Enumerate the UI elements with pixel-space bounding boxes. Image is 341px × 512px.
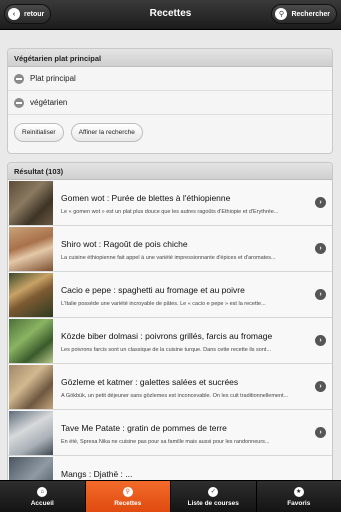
remove-filter-icon[interactable] — [14, 97, 24, 108]
recipe-description: A Gökbük, un petit déjeuner sans gözleme… — [61, 393, 289, 399]
tab-favoris[interactable]: ★ Favoris — [257, 481, 341, 512]
recipe-title: Gomen wot : Purée de blettes à l'éthiopi… — [61, 193, 231, 203]
recipe-description: En été, Spresa Nika ne cuisine pas pour … — [61, 439, 270, 445]
recipe-thumbnail — [9, 457, 53, 482]
filter-item-vegetarien[interactable]: végétarien — [8, 91, 332, 115]
recipe-title: Közde biber dolmasi : poivrons grillés, … — [61, 331, 273, 341]
check-icon: ✓ — [208, 486, 219, 497]
recipe-description: L'Italie possède une variété incroyable … — [61, 301, 266, 307]
recipe-thumbnail — [9, 319, 53, 363]
search-icon: ⚲ — [275, 8, 288, 20]
search-icon: ⚲ — [122, 486, 133, 497]
recipe-thumbnail — [9, 273, 53, 317]
chevron-right-icon: › — [315, 427, 326, 438]
filter-panel-title: Végétarien plat principal — [8, 49, 332, 67]
chevron-right-icon: › — [315, 289, 326, 300]
filter-item-label: Plat principal — [30, 74, 76, 83]
list-item[interactable]: Shiro wot : Ragoût de pois chiche La cui… — [8, 226, 332, 272]
filter-panel: Végétarien plat principal Plat principal… — [7, 48, 333, 154]
recipe-title: Gözleme et katmer : galettes salées et s… — [61, 377, 239, 387]
bottom-nav: ⌂ Accueil ⚲ Recettes ✓ Liste de courses … — [0, 480, 341, 512]
chevron-right-icon: › — [315, 381, 326, 392]
tab-label: Recettes — [114, 499, 142, 507]
tab-recettes[interactable]: ⚲ Recettes — [85, 481, 171, 512]
reset-button[interactable]: Reinitialiser — [14, 123, 64, 142]
list-item[interactable]: Tave Me Patate : gratin de pommes de ter… — [8, 410, 332, 456]
recipe-title: Tave Me Patate : gratin de pommes de ter… — [61, 423, 227, 433]
search-button[interactable]: ⚲ Rechercher — [271, 4, 337, 24]
home-icon: ⌂ — [37, 486, 48, 497]
list-item[interactable]: Közde biber dolmasi : poivrons grillés, … — [8, 318, 332, 364]
remove-filter-icon[interactable] — [14, 73, 24, 84]
tab-liste-de-courses[interactable]: ✓ Liste de courses — [171, 481, 257, 512]
chevron-right-icon: › — [315, 243, 326, 254]
list-item[interactable]: Cacio e pepe : spaghetti au fromage et a… — [8, 272, 332, 318]
recipe-thumbnail — [9, 227, 53, 271]
chevron-right-icon: › — [315, 335, 326, 346]
results-panel: Résultat (103) Gomen wot : Purée de blet… — [7, 162, 333, 482]
recipe-description: Les poivrons farcis sont un classique de… — [61, 347, 272, 353]
tab-label: Liste de courses — [187, 499, 239, 507]
list-item[interactable]: Gomen wot : Purée de blettes à l'éthiopi… — [8, 180, 332, 226]
recipe-description: Le « gomen wot » est un plat plus douce … — [61, 209, 279, 215]
filter-item-label: végétarien — [30, 98, 68, 107]
recipe-title: Cacio e pepe : spaghetti au fromage et a… — [61, 285, 245, 295]
star-icon: ★ — [293, 486, 304, 497]
recipe-title: Mangs : Djathë : ... — [61, 469, 133, 479]
results-title: Résultat (103) — [8, 163, 332, 180]
recipe-title: Shiro wot : Ragoût de pois chiche — [61, 239, 188, 249]
chevron-right-icon: › — [315, 197, 326, 208]
tab-label: Accueil — [30, 499, 54, 507]
tab-label: Favoris — [287, 499, 311, 507]
recipe-thumbnail — [9, 365, 53, 409]
tab-accueil[interactable]: ⌂ Accueil — [0, 481, 86, 512]
refine-search-button[interactable]: Affiner la recherche — [70, 123, 143, 142]
recipe-description: La cuisine éthiopienne fait appel à une … — [61, 255, 276, 261]
list-item[interactable]: Gözleme et katmer : galettes salées et s… — [8, 364, 332, 410]
filter-item-plat-principal[interactable]: Plat principal — [8, 67, 332, 91]
header-bar: ‹ retour Recettes ⚲ Rechercher — [0, 0, 341, 30]
recipe-thumbnail — [9, 411, 53, 455]
list-item[interactable]: Mangs : Djathë : ... — [8, 456, 332, 482]
search-button-label: Rechercher — [291, 10, 330, 18]
recipe-thumbnail — [9, 181, 53, 225]
